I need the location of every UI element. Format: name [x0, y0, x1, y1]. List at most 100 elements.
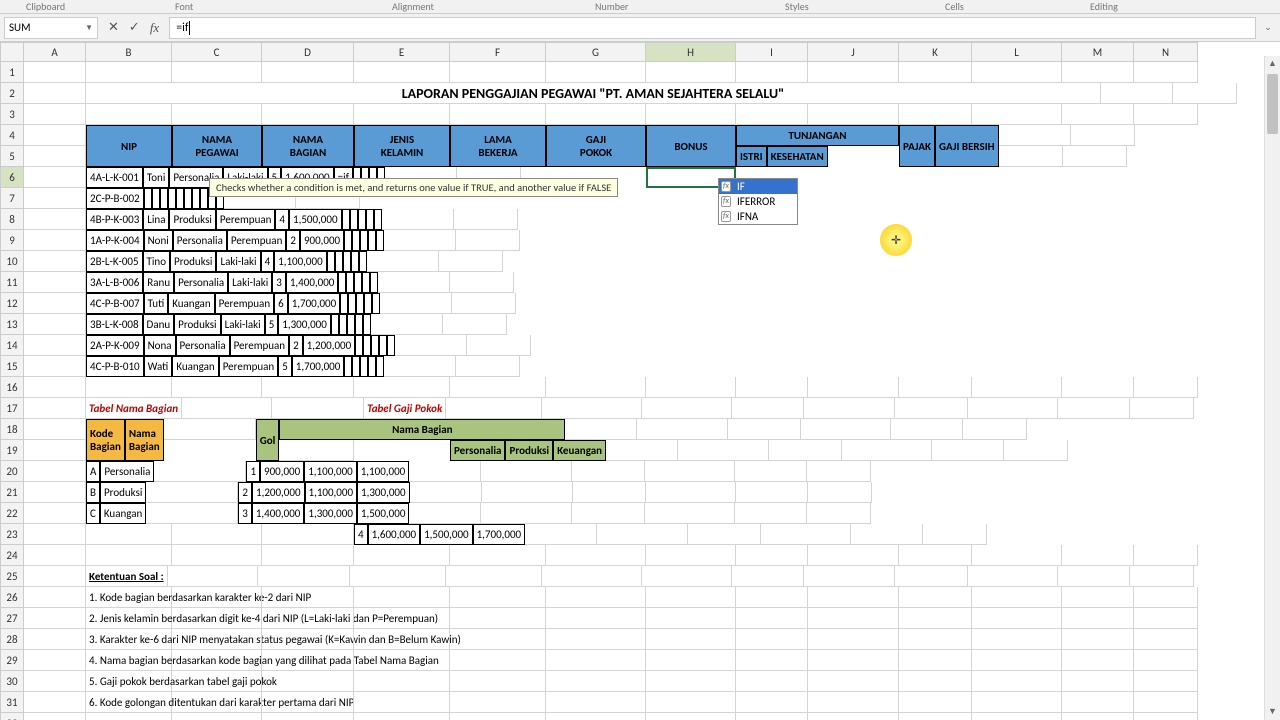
cell[interactable]: [354, 545, 450, 566]
cell[interactable]: [382, 209, 454, 230]
cell[interactable]: [356, 293, 364, 314]
cell[interactable]: JENISKELAMIN: [354, 125, 450, 167]
cell[interactable]: [808, 608, 899, 629]
cell[interactable]: [1101, 83, 1173, 104]
cell[interactable]: [192, 188, 200, 209]
cell[interactable]: [450, 629, 546, 650]
cell[interactable]: [172, 629, 262, 650]
cell[interactable]: [808, 671, 899, 692]
cell[interactable]: [450, 692, 546, 713]
cell[interactable]: [646, 62, 736, 83]
cell[interactable]: [572, 503, 645, 524]
cell[interactable]: [456, 230, 520, 251]
cell[interactable]: Produksi: [505, 440, 553, 461]
row-header[interactable]: 29: [0, 650, 24, 671]
cell[interactable]: [168, 188, 176, 209]
cell[interactable]: [24, 398, 86, 419]
cell[interactable]: [363, 335, 371, 356]
cell[interactable]: 1,400,000: [286, 272, 339, 293]
cell[interactable]: [272, 398, 364, 419]
cell[interactable]: [450, 587, 546, 608]
cell[interactable]: [355, 314, 363, 335]
cell[interactable]: [807, 461, 871, 482]
cell[interactable]: [24, 377, 86, 398]
cell[interactable]: [24, 104, 86, 125]
cell[interactable]: [172, 713, 262, 720]
cell[interactable]: [1062, 104, 1134, 125]
cell[interactable]: [546, 62, 646, 83]
cell[interactable]: [360, 230, 368, 251]
cell[interactable]: [1134, 650, 1198, 671]
cell[interactable]: [172, 608, 262, 629]
cell[interactable]: [340, 293, 348, 314]
autocomplete-item[interactable]: IFERROR: [719, 194, 797, 209]
cell[interactable]: [184, 188, 192, 209]
cell[interactable]: [371, 314, 443, 335]
cell[interactable]: 2B-L-K-005: [86, 251, 143, 272]
col-header[interactable]: E: [354, 42, 450, 62]
cell[interactable]: [481, 461, 572, 482]
cell[interactable]: [439, 251, 503, 272]
cell[interactable]: [899, 650, 972, 671]
cell[interactable]: [172, 62, 262, 83]
scroll-down-icon[interactable]: ▼: [1265, 704, 1280, 720]
cell[interactable]: [646, 608, 736, 629]
cell[interactable]: [454, 209, 518, 230]
cell[interactable]: [735, 503, 807, 524]
cell[interactable]: [366, 209, 374, 230]
cell[interactable]: [646, 671, 736, 692]
row-header[interactable]: 20: [0, 461, 24, 482]
cell[interactable]: [354, 650, 450, 671]
cell[interactable]: [808, 545, 899, 566]
cell[interactable]: [646, 482, 736, 503]
row-header[interactable]: 7: [0, 188, 24, 209]
cell[interactable]: [1130, 566, 1194, 587]
cell[interactable]: [899, 377, 972, 398]
autocomplete-item[interactable]: IF: [719, 179, 797, 194]
cell[interactable]: 5: [265, 314, 279, 335]
cell[interactable]: [1134, 62, 1198, 83]
row-header[interactable]: 25: [0, 566, 24, 587]
cell[interactable]: Ketentuan Soal :: [86, 566, 168, 587]
cell[interactable]: [736, 650, 808, 671]
cell[interactable]: [736, 692, 808, 713]
cell[interactable]: [923, 524, 987, 545]
cell[interactable]: [1134, 713, 1198, 720]
cell[interactable]: [1062, 629, 1134, 650]
row-header[interactable]: 2: [0, 83, 24, 104]
cell[interactable]: [646, 629, 736, 650]
cell[interactable]: [456, 356, 520, 377]
cell[interactable]: [347, 314, 355, 335]
cell[interactable]: 1. Kode bagian berdasarkan karakter ke-2…: [86, 587, 172, 608]
cell[interactable]: [546, 692, 646, 713]
cell[interactable]: [154, 461, 246, 482]
cell[interactable]: [362, 272, 370, 293]
cell[interactable]: [146, 482, 238, 503]
cell[interactable]: [172, 692, 262, 713]
cancel-formula-icon[interactable]: ✕: [108, 20, 119, 35]
cell[interactable]: [342, 209, 350, 230]
cell[interactable]: [565, 419, 637, 440]
cell[interactable]: [354, 377, 450, 398]
cell[interactable]: [24, 587, 86, 608]
row-header[interactable]: 21: [0, 482, 24, 503]
cell[interactable]: [350, 566, 446, 587]
cell[interactable]: [24, 503, 86, 524]
row-header[interactable]: 23: [0, 524, 24, 545]
cell[interactable]: [1062, 62, 1134, 83]
col-header[interactable]: L: [972, 42, 1062, 62]
cell[interactable]: [450, 650, 546, 671]
cell[interactable]: 6: [274, 293, 288, 314]
cell[interactable]: [368, 356, 376, 377]
cell[interactable]: [1134, 608, 1198, 629]
cell[interactable]: 5. Gaji pokok berdasarkan tabel gaji pok…: [86, 671, 172, 692]
cell[interactable]: [24, 230, 86, 251]
cell[interactable]: [546, 377, 646, 398]
cell[interactable]: NAMABAGIAN: [262, 125, 354, 167]
cell[interactable]: [86, 545, 172, 566]
cell[interactable]: [972, 62, 1062, 83]
row-header[interactable]: 13: [0, 314, 24, 335]
cell[interactable]: 1,500,000: [420, 524, 473, 545]
cell[interactable]: [1062, 713, 1134, 720]
cell[interactable]: Wati: [144, 356, 173, 377]
